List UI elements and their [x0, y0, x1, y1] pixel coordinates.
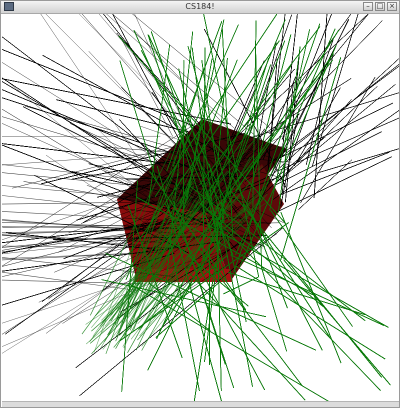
black-ray [45, 14, 194, 162]
black-ray [277, 117, 399, 172]
black-ray [226, 92, 399, 146]
maximize-button[interactable]: □ [375, 2, 385, 11]
black-ray [2, 49, 195, 127]
black-ray [2, 49, 195, 127]
black-ray [277, 117, 399, 172]
black-ray [277, 117, 399, 172]
black-ray [277, 117, 399, 172]
scene-svg [2, 14, 399, 403]
black-ray [242, 14, 352, 161]
green-ray [206, 209, 381, 391]
black-ray [242, 14, 352, 161]
black-ray [247, 20, 383, 159]
maximize-icon: □ [376, 2, 384, 10]
black-ray [2, 253, 132, 261]
black-ray [226, 92, 399, 146]
black-ray [272, 110, 399, 200]
black-ray [272, 110, 399, 200]
black-ray [226, 92, 399, 146]
black-ray [132, 14, 271, 129]
app-window: CS184! – □ × [0, 0, 400, 408]
black-ray [277, 117, 399, 172]
green-ray [189, 272, 306, 401]
black-ray [42, 55, 242, 166]
title-bar[interactable]: CS184! – □ × [1, 1, 399, 14]
black-ray [2, 49, 195, 127]
black-ray [300, 76, 376, 203]
black-ray [2, 49, 195, 127]
black-ray [2, 49, 195, 127]
black-ray [242, 14, 352, 161]
black-ray [2, 49, 195, 127]
black-ray [275, 156, 392, 213]
green-ray [278, 46, 301, 213]
black-ray [2, 49, 195, 127]
black-ray [272, 110, 399, 200]
render-canvas[interactable] [2, 14, 399, 403]
black-ray [56, 99, 189, 133]
green-ray [230, 190, 382, 378]
status-bar [2, 401, 399, 407]
minimize-icon: – [366, 2, 370, 10]
black-ray [280, 152, 390, 195]
black-ray [226, 92, 399, 146]
black-ray [2, 49, 195, 127]
black-ray [242, 14, 352, 161]
black-ray [226, 92, 399, 146]
black-ray [280, 99, 352, 182]
black-ray [277, 117, 399, 172]
black-ray [242, 14, 352, 161]
green-ray [228, 272, 365, 315]
minimize-button[interactable]: – [363, 2, 373, 11]
black-ray [242, 14, 352, 161]
black-ray [2, 49, 195, 127]
close-icon: × [389, 2, 395, 10]
black-ray [2, 279, 144, 285]
black-ray [112, 14, 261, 140]
green-ray [230, 254, 384, 326]
window-title: CS184! [185, 2, 215, 11]
black-ray [2, 185, 144, 199]
black-ray [2, 36, 174, 169]
black-ray [272, 110, 399, 200]
black-ray [272, 110, 399, 200]
black-ray [312, 14, 359, 167]
black-ray [226, 92, 399, 146]
black-ray [272, 110, 399, 200]
black-ray [2, 49, 195, 127]
black-ray [2, 172, 157, 188]
green-ray [283, 259, 391, 386]
close-button[interactable]: × [387, 2, 397, 11]
black-ray [2, 49, 195, 127]
